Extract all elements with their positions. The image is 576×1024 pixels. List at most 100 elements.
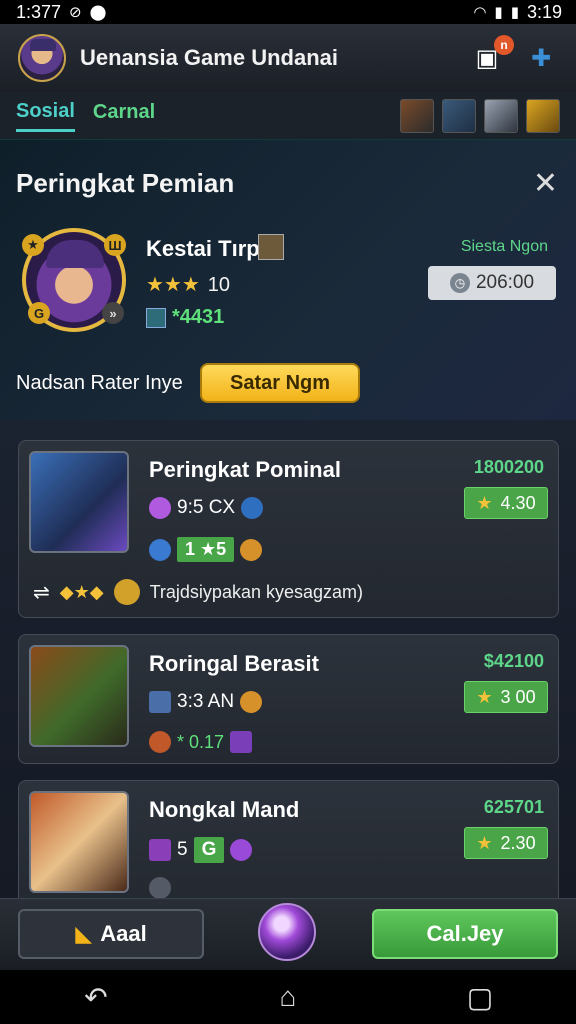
timer-value: 206:00 bbox=[475, 272, 535, 293]
list-area: Peringkat Pominal 1800200 ★ 4.30 9:5 CX 1… bbox=[0, 420, 576, 898]
status-label: Siesta Ngon bbox=[460, 238, 548, 255]
wand-icon bbox=[230, 839, 253, 861]
status-clock: 3:19 bbox=[526, 1, 562, 22]
rating-pill: ★ 2.30 bbox=[464, 827, 548, 859]
card-title: Peringkat Pominal bbox=[149, 457, 341, 482]
card-sub-text: 5 bbox=[177, 839, 188, 860]
list-item[interactable]: Nongkal Mand 625701 ★ 2.30 5 G bbox=[18, 780, 559, 898]
battery-icon: ▮ bbox=[510, 4, 519, 21]
level-badge-icon: Ш bbox=[104, 234, 126, 256]
panel-title: Peringkat Pemian bbox=[16, 168, 235, 198]
rating-value: 2.30 bbox=[500, 832, 536, 853]
friend-thumb[interactable] bbox=[400, 98, 434, 133]
card-sub-text: 9:5 CX bbox=[177, 497, 236, 518]
signal-icon: ▮ bbox=[494, 4, 503, 21]
star-icon: ★ bbox=[476, 832, 493, 853]
friend-thumb[interactable] bbox=[442, 98, 476, 133]
rating-number: 10 bbox=[207, 274, 231, 296]
inventory-icon[interactable]: ▣ n bbox=[470, 35, 514, 75]
level-chip: 1 ★5 bbox=[177, 537, 235, 562]
star-icon: ★ bbox=[476, 492, 493, 513]
card-value: 625701 bbox=[483, 797, 544, 817]
wifi-icon: ◠ bbox=[473, 4, 487, 21]
rating-value: 3 00 bbox=[500, 686, 536, 707]
recents-nav-icon[interactable]: ▢ bbox=[450, 981, 510, 1014]
list-item[interactable]: Roringal Berasit $42100 ★ 3 00 3:3 AN * 0… bbox=[18, 634, 559, 764]
card-stats bbox=[149, 877, 171, 898]
orb-icon bbox=[241, 497, 264, 519]
hero-portrait[interactable]: ★ Ш G » bbox=[22, 228, 126, 332]
level-chip: G bbox=[193, 837, 225, 863]
card-title: Nongkal Mand bbox=[149, 797, 300, 822]
card-value: $42100 bbox=[483, 651, 544, 671]
desc-text: Trajdsiypakan kyesagzam) bbox=[149, 581, 364, 602]
player-name: Kestai Tırp bbox=[146, 236, 260, 261]
confirm-button[interactable]: Cal.Jey bbox=[372, 909, 558, 959]
score-value: *4431 bbox=[172, 306, 225, 328]
sync-icon: ⊘ bbox=[69, 4, 82, 21]
app-header: Uenansia Game Undanai ▣ n ✚ bbox=[0, 24, 576, 92]
spark-icon bbox=[149, 497, 171, 519]
coin-icon bbox=[240, 691, 263, 713]
start-button[interactable]: Satar Ngm bbox=[200, 363, 360, 403]
clock-icon: ◷ bbox=[449, 273, 470, 293]
timer-pill: ◷ 206:00 bbox=[428, 266, 556, 300]
friend-thumbnails bbox=[400, 98, 560, 133]
star-rating: ★★★ 10 bbox=[146, 272, 230, 297]
card-subline: 5 G bbox=[149, 837, 253, 863]
gear-icon bbox=[149, 877, 171, 898]
avatar[interactable] bbox=[18, 34, 66, 82]
rating-value: 4.30 bbox=[500, 492, 536, 513]
score-icon bbox=[146, 307, 166, 328]
card-subline: 3:3 AN bbox=[149, 691, 263, 713]
card-subline: 9:5 CX bbox=[149, 497, 264, 519]
rank-badge-icon: ★ bbox=[22, 234, 44, 256]
star-icon: ★ bbox=[476, 686, 493, 707]
card-sub-text: 3:3 AN bbox=[177, 691, 235, 712]
stars-icon: ★★★ bbox=[146, 274, 200, 296]
bell-icon bbox=[113, 579, 140, 605]
home-nav-icon[interactable]: ⌂ bbox=[258, 981, 318, 1013]
rating-pill: ★ 3 00 bbox=[464, 681, 548, 713]
close-icon[interactable]: ✕ bbox=[533, 166, 558, 201]
back-nav-icon[interactable]: ↶ bbox=[66, 981, 126, 1014]
card-stats: * 0.17 bbox=[149, 731, 253, 753]
system-nav-bar: ↶ ⌂ ▢ bbox=[0, 970, 576, 1024]
sword-icon bbox=[149, 839, 171, 861]
friend-thumb[interactable] bbox=[526, 98, 560, 133]
back-label: Aaal bbox=[100, 921, 147, 946]
ticket-icon bbox=[230, 731, 253, 753]
card-thumbnail bbox=[29, 645, 129, 747]
card-thumbnail bbox=[29, 451, 129, 553]
tabs-row: Sosial Carnal bbox=[0, 92, 576, 140]
flag-icon: ◣ bbox=[75, 921, 93, 946]
tab-carnal[interactable]: Carnal bbox=[93, 101, 155, 130]
status-time: 1:377 bbox=[16, 1, 62, 22]
arrows-icon: ⇌ bbox=[33, 581, 50, 604]
status-bar: 1:377 ⊘ ⬤ ◠ ▮ ▮ 3:19 bbox=[0, 0, 576, 24]
magic-orb-button[interactable] bbox=[258, 903, 316, 961]
list-item[interactable]: Peringkat Pominal 1800200 ★ 4.30 9:5 CX 1… bbox=[18, 440, 559, 618]
coin-icon bbox=[240, 538, 263, 561]
menu-icon[interactable]: ✚ bbox=[524, 41, 558, 75]
bottom-bar: ◣ Aaal Cal.Jey bbox=[0, 898, 576, 970]
friend-thumb[interactable] bbox=[484, 98, 518, 133]
coin-badge-icon: G bbox=[28, 302, 50, 324]
notification-badge: n bbox=[494, 35, 514, 55]
gems-icon: ◆★◆ bbox=[59, 581, 104, 602]
player-flag-icon bbox=[258, 234, 284, 260]
card-thumbnail bbox=[29, 791, 129, 893]
scroll-icon bbox=[149, 691, 171, 713]
back-button[interactable]: ◣ Aaal bbox=[18, 909, 204, 959]
card-stats: 1 ★5 bbox=[149, 537, 263, 562]
fire-icon bbox=[149, 731, 171, 753]
score-line: *4431 bbox=[146, 306, 224, 329]
location-icon: ⬤ bbox=[89, 4, 107, 21]
tab-sosial[interactable]: Sosial bbox=[16, 100, 75, 132]
subtitle-label: Nadsan Rater Inye bbox=[16, 372, 183, 394]
card-stat-text: * 0.17 bbox=[177, 731, 225, 752]
arrow-badge-icon: » bbox=[102, 302, 124, 324]
app-title: Uenansia Game Undanai bbox=[80, 45, 338, 70]
shield-icon bbox=[149, 538, 171, 561]
card-value: 1800200 bbox=[473, 457, 544, 477]
